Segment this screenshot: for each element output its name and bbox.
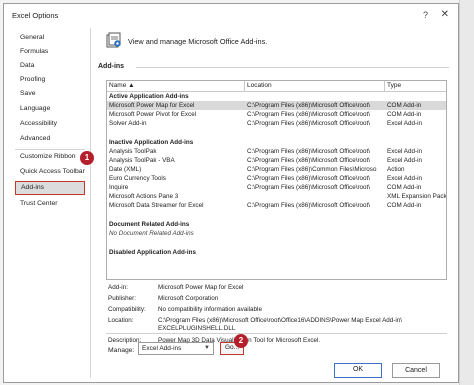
column-header-location[interactable]: Location — [245, 81, 385, 91]
detail-label: Add-in: — [108, 284, 128, 291]
detail-label: Location: — [108, 317, 134, 324]
row-location: C:\Program Files (x86)\Microsoft Office\… — [247, 202, 371, 209]
add-ins-icon — [106, 32, 121, 48]
row-type: XML Expansion Pack — [387, 193, 447, 200]
row-name: Date (XML) — [109, 166, 142, 173]
table-row[interactable]: Euro Currency Tools C:\Program Files (x8… — [107, 174, 446, 183]
row-name: Solver Add-in — [109, 120, 147, 127]
add-ins-section-title: Add-ins — [98, 63, 125, 70]
row-name: Inquire — [109, 184, 129, 191]
row-name: Analysis ToolPak — [109, 148, 157, 155]
row-name: Analysis ToolPak - VBA — [109, 157, 175, 164]
background-window-edge — [459, 0, 474, 385]
detail-value: C:\Program Files (x86)\Microsoft Office\… — [158, 317, 403, 324]
table-row[interactable]: Analysis ToolPak C:\Program Files (x86)\… — [107, 147, 446, 156]
row-location: C:\Program Files (x86)\Microsoft Office\… — [247, 157, 371, 164]
cancel-button[interactable]: Cancel — [392, 363, 440, 378]
row-type: COM Add-in — [387, 102, 422, 109]
panel-description: View and manage Microsoft Office Add-ins… — [128, 37, 268, 46]
row-name: Inactive Application Add-ins — [109, 139, 194, 146]
table-row[interactable]: Microsoft Data Streamer for Excel C:\Pro… — [107, 201, 446, 210]
window-title: Excel Options — [12, 11, 59, 20]
sidebar-item-quick-access-toolbar[interactable]: Quick Access Toolbar — [15, 165, 85, 178]
excel-options-dialog: Excel Options ? ✕ General Formulas Data … — [3, 3, 459, 383]
row-type: Excel Add-in — [387, 120, 423, 127]
sidebar-item-proofing[interactable]: Proofing — [15, 73, 85, 86]
column-name-label: Name ▲ — [109, 82, 135, 89]
column-header-type[interactable]: Type — [385, 81, 446, 91]
row-type: COM Add-in — [387, 184, 422, 191]
row-type: COM Add-in — [387, 111, 422, 118]
row-type: COM Add-in — [387, 202, 422, 209]
sidebar-item-customize-ribbon[interactable]: Customize Ribbon — [15, 149, 85, 162]
row-location: C:\Program Files (x86)\Microsoft Office\… — [247, 184, 371, 191]
manage-divider — [106, 333, 447, 334]
manage-label: Manage: — [108, 347, 135, 354]
row-name: Microsoft Data Streamer for Excel — [109, 202, 204, 209]
row-location: C:\Program Files (x86)\Common Files\Micr… — [247, 166, 377, 173]
row-type: Action — [387, 166, 405, 173]
detail-label: Compatibility: — [108, 306, 146, 313]
sidebar-item-language[interactable]: Language — [15, 102, 85, 115]
row-name: Microsoft Power Pivot for Excel — [109, 111, 197, 118]
row-location: C:\Program Files (x86)\Microsoft Office\… — [247, 102, 371, 109]
table-row[interactable]: Solver Add-in C:\Program Files (x86)\Mic… — [107, 119, 446, 128]
row-type: Excel Add-in — [387, 175, 423, 182]
detail-value: Microsoft Corporation — [158, 295, 219, 302]
table-group-row: Disabled Application Add-ins — [107, 248, 446, 257]
row-location: C:\Program Files (x86)\Microsoft Office\… — [247, 111, 371, 118]
detail-value: No compatibility information available — [158, 306, 262, 313]
options-sidebar: General Formulas Data Proofing Save Lang… — [10, 28, 91, 378]
chevron-down-icon: ▼ — [204, 345, 210, 351]
section-divider — [136, 67, 449, 68]
table-group-row: Inactive Application Add-ins — [107, 138, 446, 147]
table-row[interactable]: Analysis ToolPak - VBA C:\Program Files … — [107, 156, 446, 165]
manage-selected-value: Excel Add-ins — [142, 345, 182, 352]
row-name: Document Related Add-ins — [109, 221, 190, 228]
row-name: Euro Currency Tools — [109, 175, 166, 182]
table-row: No Document Related Add-ins — [107, 229, 446, 238]
row-location: C:\Program Files (x86)\Microsoft Office\… — [247, 175, 371, 182]
step-1-badge: 1 — [80, 151, 94, 165]
table-group-row: Active Application Add-ins — [107, 92, 446, 101]
row-name: Disabled Application Add-ins — [109, 249, 196, 256]
manage-dropdown[interactable]: Excel Add-ins ▼ — [138, 342, 214, 355]
sidebar-item-advanced[interactable]: Advanced — [15, 132, 85, 145]
help-icon[interactable]: ? — [423, 10, 428, 20]
add-ins-table: Name ▲ Location Type Active Application … — [106, 80, 447, 280]
row-name: Microsoft Actions Pane 3 — [109, 193, 179, 200]
add-ins-panel: View and manage Microsoft Office Add-ins… — [98, 28, 453, 378]
table-row[interactable]: Microsoft Power Pivot for Excel C:\Progr… — [107, 110, 446, 119]
table-row[interactable]: Microsoft Actions Pane 3 XML Expansion P… — [107, 192, 446, 201]
row-location: C:\Program Files (x86)\Microsoft Office\… — [247, 148, 371, 155]
table-header: Name ▲ Location Type — [107, 81, 446, 92]
title-bar: Excel Options ? ✕ — [4, 4, 458, 26]
detail-value: EXCELPLUGINSHELL.DLL — [158, 325, 236, 332]
sidebar-item-formulas[interactable]: Formulas — [15, 45, 85, 58]
row-name: Microsoft Power Map for Excel — [109, 102, 195, 109]
table-row[interactable]: Inquire C:\Program Files (x86)\Microsoft… — [107, 183, 446, 192]
row-name: No Document Related Add-ins — [109, 230, 194, 237]
table-row[interactable]: Microsoft Power Map for Excel C:\Program… — [107, 101, 446, 110]
table-row[interactable]: Date (XML) C:\Program Files (x86)\Common… — [107, 165, 446, 174]
sidebar-item-accessibility[interactable]: Accessibility — [15, 117, 85, 130]
row-type: Excel Add-in — [387, 148, 423, 155]
sidebar-item-trust-center[interactable]: Trust Center — [15, 197, 85, 210]
row-name: Active Application Add-ins — [109, 93, 189, 100]
sidebar-item-general[interactable]: General — [15, 31, 85, 44]
step-2-badge: 2 — [234, 334, 248, 348]
ok-button[interactable]: OK — [334, 363, 382, 378]
sidebar-item-data[interactable]: Data — [15, 59, 85, 72]
table-group-row: Document Related Add-ins — [107, 220, 446, 229]
detail-value: Microsoft Power Map for Excel — [158, 284, 244, 291]
close-icon[interactable]: ✕ — [441, 9, 449, 20]
sidebar-item-save[interactable]: Save — [15, 87, 85, 100]
sidebar-item-add-ins[interactable]: Add-ins — [15, 181, 85, 195]
column-header-name[interactable]: Name ▲ — [107, 81, 245, 91]
detail-label: Publisher: — [108, 295, 137, 302]
row-type: Excel Add-in — [387, 157, 423, 164]
row-location: C:\Program Files (x86)\Microsoft Office\… — [247, 120, 371, 127]
